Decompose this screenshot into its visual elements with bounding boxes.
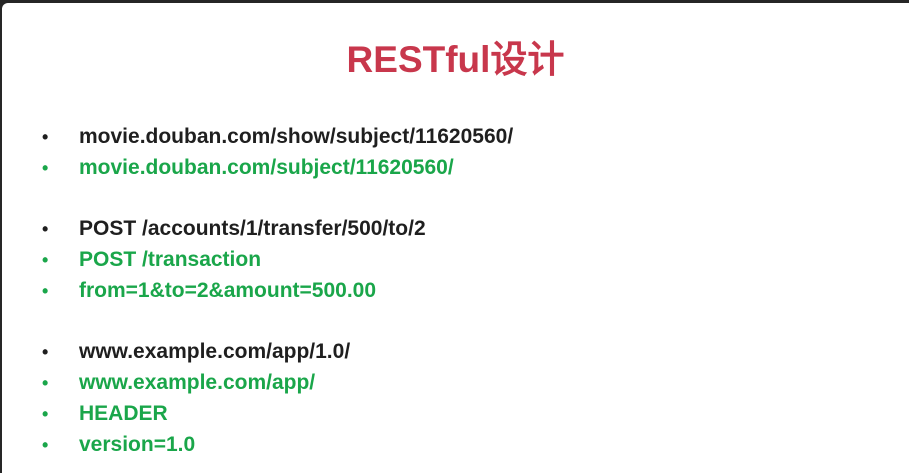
item-text: version=1.0 (79, 433, 196, 456)
item-text: from=1&to=2&amount=500.00 (79, 279, 377, 302)
list-item: • POST /accounts/1/transfer/500/to/2 (42, 213, 513, 244)
bullet-dot-icon: • (42, 127, 49, 147)
bullet-dot-icon: • (42, 342, 49, 362)
group-spacer (42, 306, 513, 336)
list-item: • version=1.0 (42, 429, 513, 460)
bullet-dot-icon: • (42, 219, 49, 239)
item-text: POST /accounts/1/transfer/500/to/2 (79, 217, 426, 240)
group-spacer (42, 183, 513, 213)
list-item: • from=1&to=2&amount=500.00 (42, 275, 513, 306)
item-text: movie.douban.com/subject/11620560/ (79, 156, 454, 179)
bullet-list: • movie.douban.com/show/subject/11620560/… (42, 121, 513, 460)
list-item: • POST /transaction (42, 244, 513, 275)
list-item: • movie.douban.com/show/subject/11620560/ (42, 121, 513, 152)
bullet-dot-icon: • (42, 250, 49, 270)
bullet-dot-icon: • (42, 158, 49, 178)
item-text: www.example.com/app/ (79, 371, 316, 394)
bullet-dot-icon: • (42, 373, 49, 393)
slide: RESTful设计 • movie.douban.com/show/subject… (2, 3, 909, 473)
list-item: • movie.douban.com/subject/11620560/ (42, 152, 513, 183)
item-text: HEADER (79, 402, 168, 425)
bullet-dot-icon: • (42, 435, 49, 455)
list-item: • www.example.com/app/ (42, 367, 513, 398)
list-item: • HEADER (42, 398, 513, 429)
list-item: • www.example.com/app/1.0/ (42, 336, 513, 367)
bullet-dot-icon: • (42, 281, 49, 301)
item-text: www.example.com/app/1.0/ (79, 340, 351, 363)
bullet-dot-icon: • (42, 404, 49, 424)
slide-title: RESTful设计 (346, 39, 565, 80)
item-text: POST /transaction (79, 248, 262, 271)
item-text: movie.douban.com/show/subject/11620560/ (79, 125, 514, 148)
